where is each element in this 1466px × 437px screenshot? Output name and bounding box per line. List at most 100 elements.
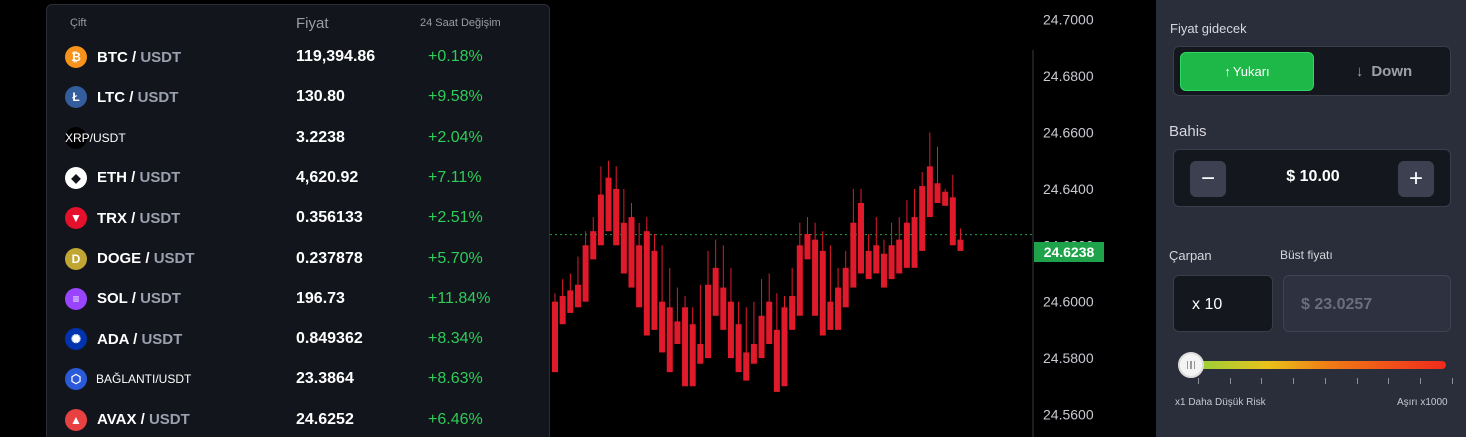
candle [926, 132, 933, 218]
pair-price: 0.237878 [296, 249, 363, 267]
candle [712, 239, 719, 316]
candle [812, 222, 819, 316]
increase-bet-button[interactable]: + [1398, 161, 1434, 197]
slider-tick [1198, 378, 1199, 384]
risk-min-label: x1 Daha Düşük Risk [1175, 397, 1266, 408]
pair-row[interactable]: ≡ SOL / USDT 196.73 +11.84% [47, 279, 549, 319]
risk-slider-handle[interactable] [1178, 352, 1204, 378]
down-button[interactable]: ↓ Down [1322, 52, 1446, 91]
change-column-header: 24 Saat Değişim [420, 17, 501, 29]
link-icon: ⬡ [65, 368, 87, 391]
pair-price: 196.73 [296, 289, 345, 307]
pair-row[interactable]: XRP/USDT 3.2238 +2.04% [47, 118, 549, 158]
slider-tick [1293, 378, 1295, 384]
candle [903, 200, 910, 268]
pair-change: +2.04% [428, 128, 483, 146]
btc-icon: ₿ [65, 46, 87, 68]
pair-name: XRP/USDT [65, 130, 126, 145]
candle [773, 293, 780, 392]
ada-icon: ✺ [65, 328, 87, 351]
candle [659, 245, 666, 353]
multiplier-field[interactable]: x 10 [1173, 275, 1273, 332]
pair-row[interactable]: ₿ BTC / USDT 119,394.86 +0.18% [47, 37, 549, 77]
pair-change: +5.70% [428, 249, 483, 267]
candle [957, 228, 964, 251]
pair-change: +11.84% [428, 289, 491, 307]
candle [720, 245, 727, 330]
pair-row[interactable]: ◆ ETH / USDT 4,620.92 +7.11% [47, 158, 549, 198]
slider-tick [1324, 378, 1326, 384]
pair-change: +0.18% [428, 48, 483, 65]
candle [674, 287, 681, 344]
price-column-header: Fiyat [296, 15, 329, 32]
pair-name: ETH / USDT [97, 169, 181, 187]
risk-max-label: Aşırı x1000 [1397, 397, 1448, 408]
candle [750, 301, 757, 364]
candle [796, 222, 803, 316]
candle [628, 202, 635, 288]
bet-label: Bahis [1169, 123, 1207, 140]
direction-label: Fiyat gidecek [1170, 21, 1247, 36]
price-axis-label: 24.6000 [1043, 294, 1094, 310]
price-axis-label: 24.6600 [1043, 125, 1094, 141]
candle [651, 234, 658, 330]
candle [911, 188, 918, 268]
pair-change: +7.11% [428, 168, 482, 186]
candle [666, 267, 673, 373]
up-button[interactable]: ↑ Yukarı [1180, 52, 1314, 91]
candle [842, 250, 849, 308]
pair-price: 130.80 [296, 88, 345, 106]
pair-row[interactable]: ⬡ BAĞLANTI/USDT 23.3864 +8.63% [47, 359, 549, 399]
pair-change: +6.46% [428, 410, 483, 428]
slider-tick [1229, 378, 1231, 384]
candle [643, 217, 650, 336]
pair-name: BTC / USDT [97, 48, 182, 66]
candle [613, 166, 620, 246]
doge-icon: D [65, 247, 87, 270]
candle [865, 234, 872, 280]
pair-price: 23.3864 [296, 370, 354, 388]
candle [567, 273, 574, 313]
pair-row[interactable]: ▲ AVAX / USDT 24.6252 +6.46% [47, 400, 549, 437]
bust-price-field: $ 23.0257 [1283, 275, 1451, 332]
pair-name: DOGE / USDT [97, 250, 195, 267]
pair-row[interactable]: D DOGE / USDT 0.237878 +5.70% [47, 239, 549, 279]
pair-name: TRX / USDT [97, 209, 181, 227]
candle [689, 307, 696, 387]
candle [819, 231, 826, 336]
candle [590, 217, 597, 260]
candle [636, 222, 643, 308]
candle [735, 301, 742, 373]
risk-slider-track[interactable] [1190, 361, 1446, 369]
pair-price: 0.849362 [296, 330, 363, 348]
candle [620, 188, 627, 274]
pair-name: ADA / USDT [97, 330, 183, 348]
plus-icon: + [1408, 165, 1423, 192]
pair-change: +2.51% [428, 209, 483, 227]
candle [919, 171, 926, 251]
price-axis-label: 24.5800 [1043, 350, 1094, 366]
trx-icon: ▼ [65, 207, 87, 230]
pair-row[interactable]: ▼ TRX / USDT 0.356133 +2.51% [47, 198, 549, 238]
price-axis-label: 24.7000 [1043, 12, 1094, 28]
candle [896, 217, 903, 274]
candle [574, 256, 581, 308]
pair-name: SOL / USDT [97, 290, 181, 308]
candle [880, 239, 887, 288]
candle [949, 174, 956, 246]
candle [559, 279, 566, 325]
pair-row[interactable]: Ł LTC / USDT 130.80 +9.58% [47, 77, 549, 117]
candle [850, 188, 857, 288]
pair-change: +9.58% [428, 88, 483, 106]
pair-price: 3.2238 [296, 128, 345, 146]
candle [705, 250, 711, 359]
ltc-icon: Ł [65, 86, 87, 109]
candle [605, 160, 612, 232]
bet-amount-field: − $ 10.00 + [1173, 149, 1451, 207]
slider-tick [1451, 378, 1453, 384]
candle [858, 188, 864, 274]
avax-icon: ▲ [65, 408, 87, 431]
pair-row[interactable]: ✺ ADA / USDT 0.849362 +8.34% [47, 319, 549, 359]
pair-price: 119,394.86 [296, 48, 376, 65]
candle [766, 273, 773, 344]
